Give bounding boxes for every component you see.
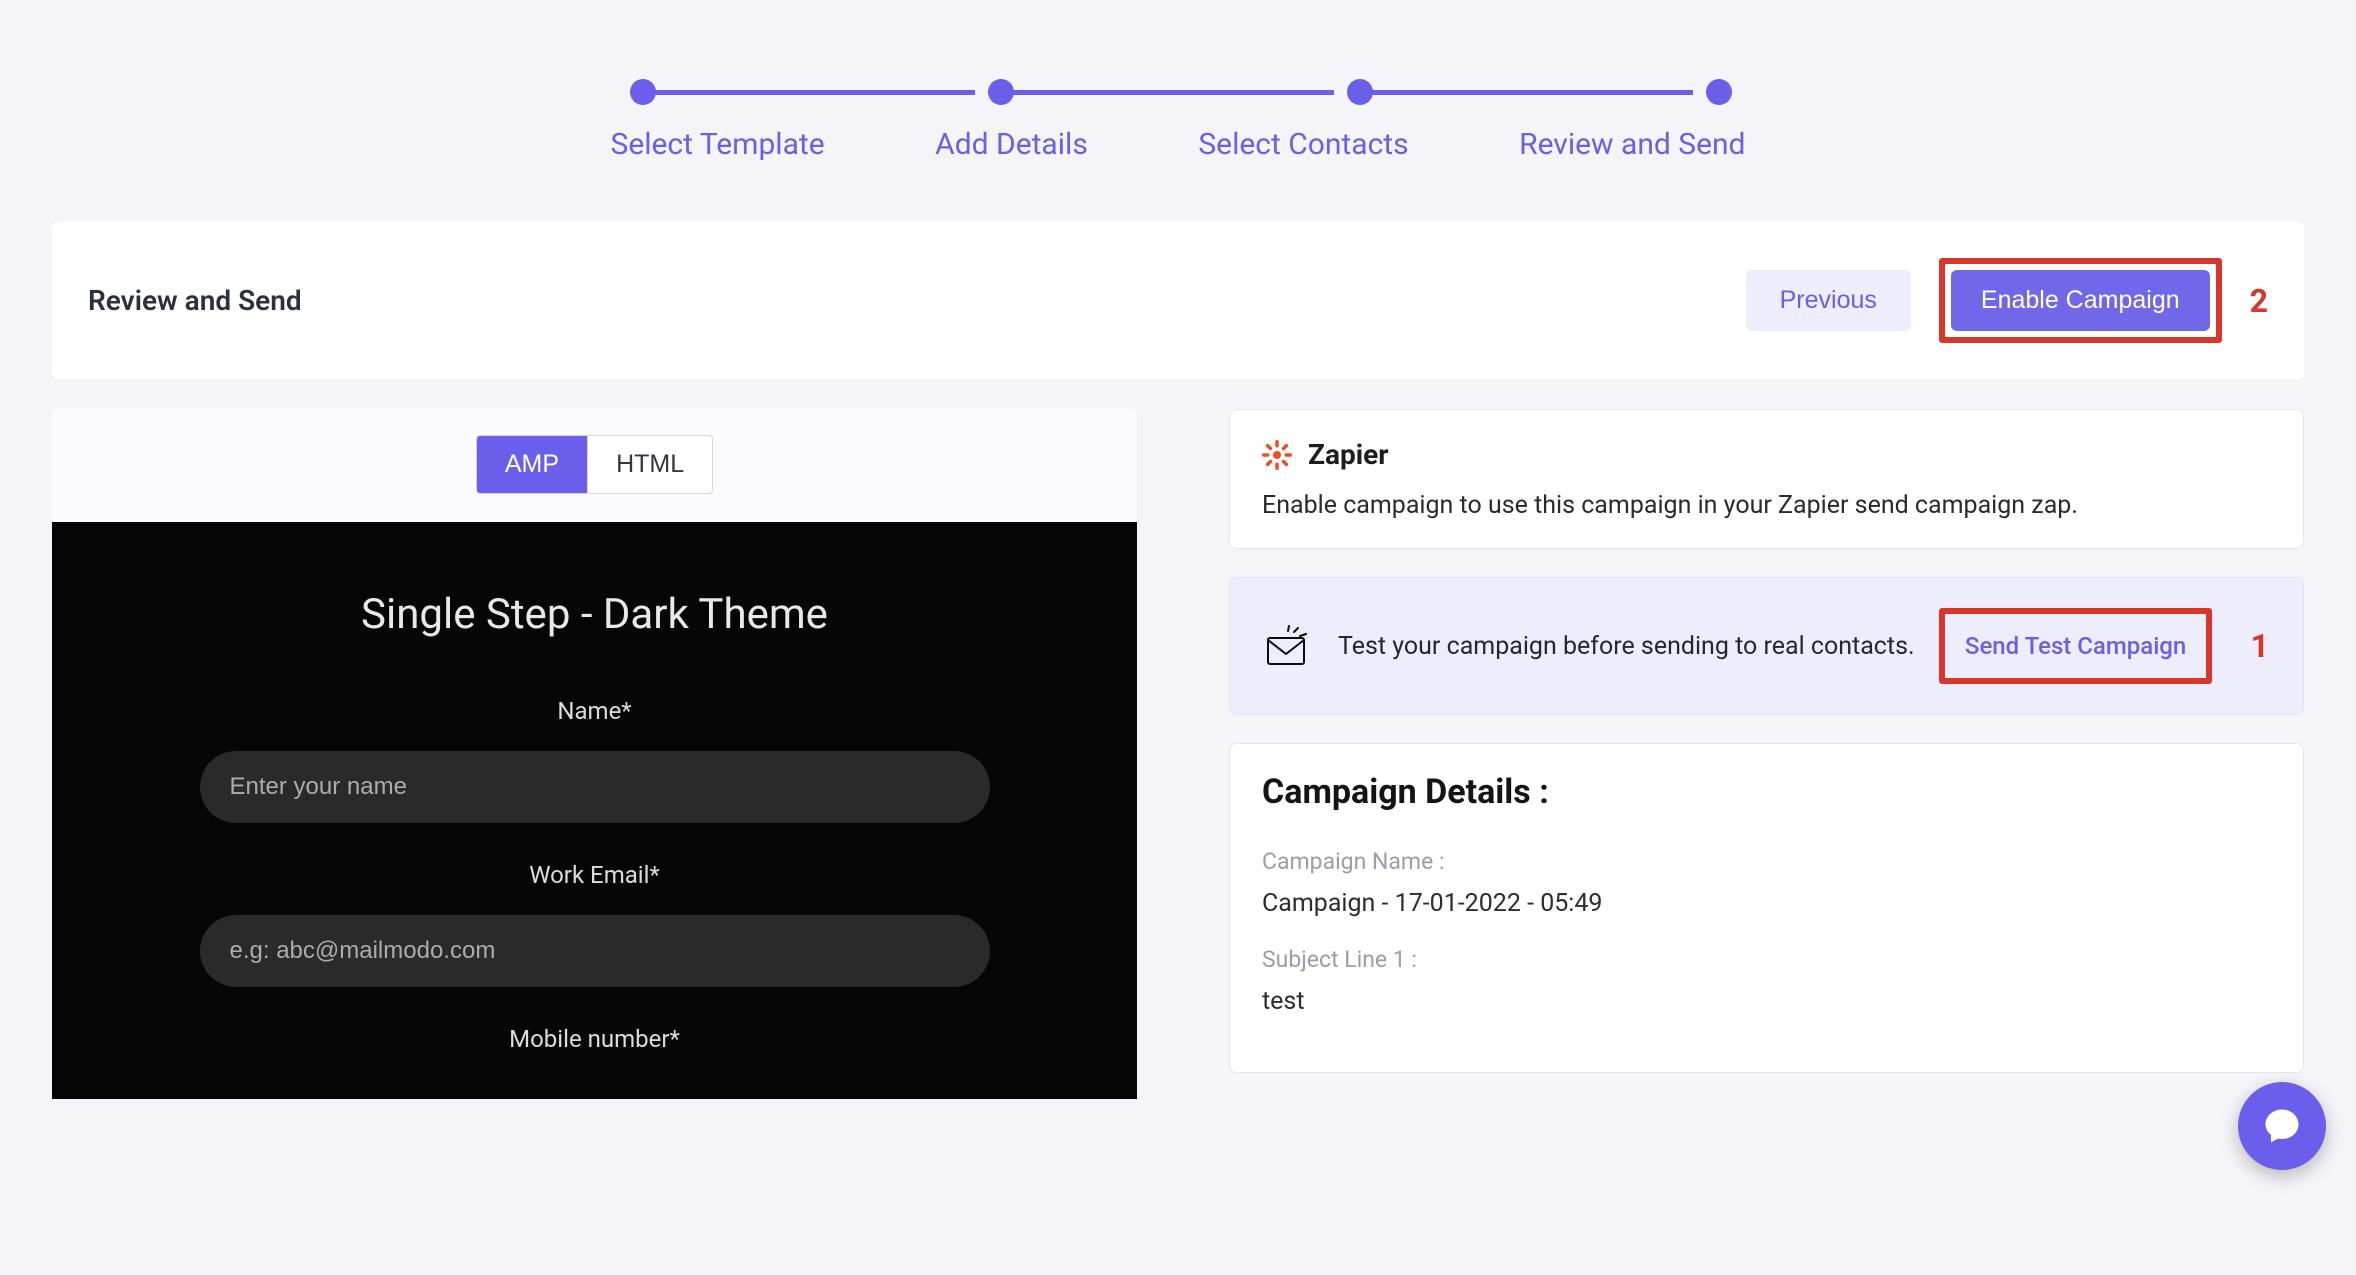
annotation-number-2: 2 xyxy=(2250,282,2268,320)
annotation-box-1: Send Test Campaign xyxy=(1939,608,2212,684)
campaign-details-card: Campaign Details : Campaign Name : Campa… xyxy=(1229,743,2304,1073)
envelope-icon xyxy=(1264,622,1312,670)
send-test-campaign-link[interactable]: Send Test Campaign xyxy=(1965,632,2186,660)
progress-stepper: Select Template Add Details Select Conta… xyxy=(611,75,1746,162)
step-label[interactable]: Review and Send xyxy=(1519,127,1745,162)
name-label: Name* xyxy=(192,697,997,725)
details-heading: Campaign Details : xyxy=(1262,772,2271,812)
review-header: Review and Send Previous Enable Campaign… xyxy=(52,222,2304,379)
name-input[interactable] xyxy=(200,751,990,823)
chat-icon xyxy=(2260,1104,2304,1148)
email-input[interactable] xyxy=(200,915,990,987)
step-dot[interactable] xyxy=(630,79,656,105)
step-dot[interactable] xyxy=(1706,79,1732,105)
form-title: Single Step - Dark Theme xyxy=(192,590,997,639)
preview-mode-toggle: AMP HTML xyxy=(476,435,713,494)
step-label[interactable]: Select Contacts xyxy=(1198,127,1408,162)
email-label: Work Email* xyxy=(192,861,997,889)
form-preview: Single Step - Dark Theme Name* Work Emai… xyxy=(52,522,1137,1099)
step-label[interactable]: Select Template xyxy=(611,127,825,162)
zapier-title: Zapier xyxy=(1308,438,1389,471)
page-title: Review and Send xyxy=(88,284,302,317)
enable-campaign-button[interactable]: Enable Campaign xyxy=(1951,270,2210,331)
tab-amp[interactable]: AMP xyxy=(476,435,587,494)
chat-widget-button[interactable] xyxy=(2238,1082,2326,1170)
mobile-label: Mobile number* xyxy=(192,1025,997,1053)
previous-button[interactable]: Previous xyxy=(1746,270,1911,331)
step-dot[interactable] xyxy=(988,79,1014,105)
campaign-name-label: Campaign Name : xyxy=(1262,848,2271,875)
test-campaign-card: Test your campaign before sending to rea… xyxy=(1229,577,2304,715)
zapier-card: Zapier Enable campaign to use this campa… xyxy=(1229,409,2304,549)
zapier-description: Enable campaign to use this campaign in … xyxy=(1262,491,2271,520)
annotation-number-1: 1 xyxy=(2251,627,2269,665)
subject-line-value: test xyxy=(1262,987,2271,1016)
subject-line-label: Subject Line 1 : xyxy=(1262,946,2271,973)
step-label[interactable]: Add Details xyxy=(935,127,1088,162)
email-preview-panel: AMP HTML Single Step - Dark Theme Name* … xyxy=(52,409,1137,1099)
campaign-name-value: Campaign - 17-01-2022 - 05:49 xyxy=(1262,889,2271,918)
test-description: Test your campaign before sending to rea… xyxy=(1338,632,1915,661)
zapier-icon xyxy=(1262,440,1292,470)
step-dot[interactable] xyxy=(1347,79,1373,105)
annotation-box-2: Enable Campaign xyxy=(1939,258,2222,343)
tab-html[interactable]: HTML xyxy=(587,435,713,494)
